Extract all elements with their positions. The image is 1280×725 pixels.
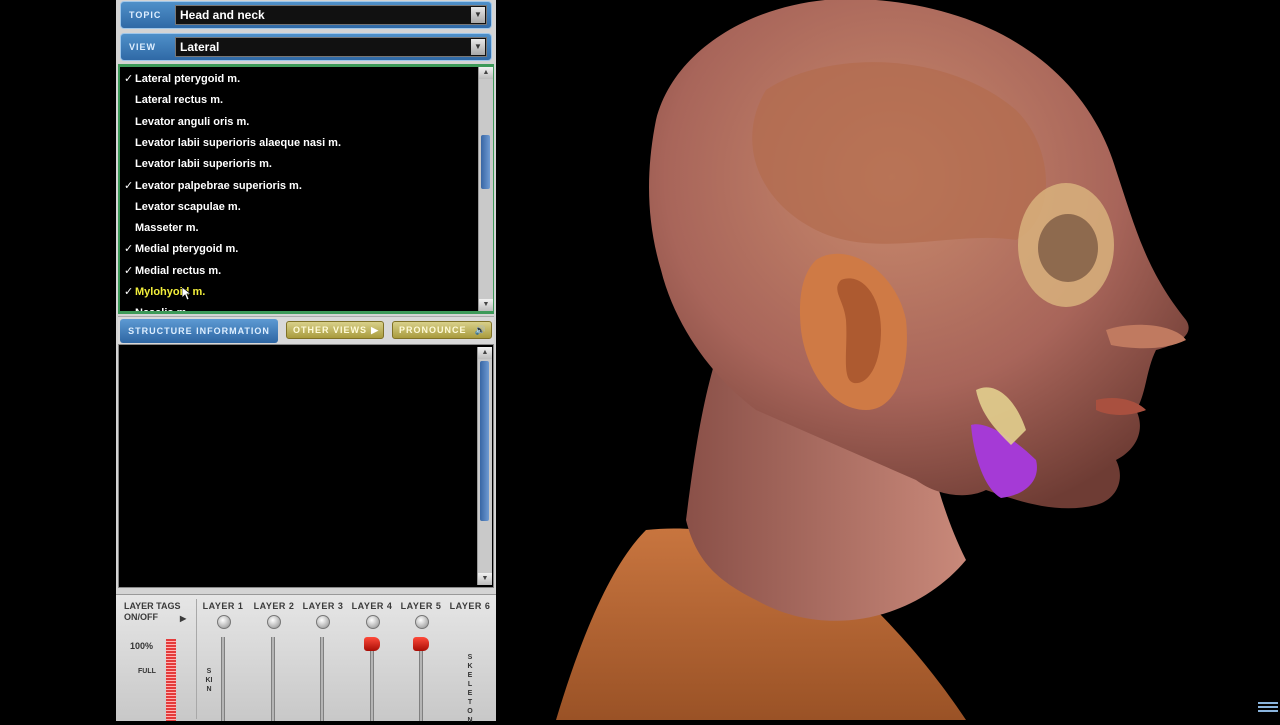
structure-name: Lateral pterygoid m. <box>135 73 241 85</box>
list-item[interactable]: Levator anguli oris m. <box>120 112 478 133</box>
list-item[interactable]: ✓ Levator palpebrae superioris m. <box>120 176 478 197</box>
layer-6-label: LAYER 6 <box>449 601 491 611</box>
info-bar: STRUCTURE INFORMATION OTHER VIEWS ▶ PRON… <box>118 316 494 345</box>
layer-2-toggle[interactable] <box>267 615 281 629</box>
layer-controls: LAYER TAGS ON/OFF ▶ 100% FULL LAYER 1 LA… <box>116 594 496 724</box>
list-item[interactable]: ✓ Mylohyoid m. <box>120 282 478 303</box>
structure-name: Levator scapulae m. <box>135 200 241 213</box>
list-item[interactable]: ✓ Lateral pterygoid m. <box>120 69 478 90</box>
view-select[interactable]: Lateral ▼ <box>175 37 487 57</box>
layer-4-handle[interactable] <box>364 637 380 651</box>
list-item[interactable]: Levator scapulae m. <box>120 197 478 218</box>
layer-1-label: LAYER 1 <box>202 601 244 611</box>
list-item[interactable]: ✓ Medial rectus m. <box>120 261 478 282</box>
layer-3-label: LAYER 3 <box>302 601 344 611</box>
layer-5-label: LAYER 5 <box>400 601 442 611</box>
structure-name: Masseter m. <box>135 222 199 235</box>
divider <box>196 599 197 719</box>
structure-info-panel: ▲ ▼ <box>118 344 494 588</box>
structure-name: Levator anguli oris m. <box>135 115 250 128</box>
scroll-down-icon[interactable]: ▼ <box>479 299 493 311</box>
structure-name: Mylohyoid m. <box>135 286 206 298</box>
topic-row: TOPIC Head and neck ▼ <box>120 1 492 29</box>
list-item[interactable]: Masseter m. <box>120 218 478 239</box>
layer-percent: 100% <box>130 641 154 651</box>
layer-4-label: LAYER 4 <box>351 601 393 611</box>
mouse-cursor-icon <box>182 287 192 301</box>
layer-3-slider[interactable] <box>320 637 324 721</box>
topic-label: TOPIC <box>129 10 162 20</box>
skin-label: SKIN <box>205 668 213 693</box>
layer-1-toggle[interactable] <box>217 615 231 629</box>
skeleton-label: SKELETON <box>467 654 473 724</box>
info-scrollbar[interactable]: ▲ ▼ <box>477 347 492 585</box>
resize-grip-icon[interactable] <box>1258 702 1278 716</box>
view-label: VIEW <box>129 42 157 52</box>
layer-5-handle[interactable] <box>413 637 429 651</box>
structure-list-frame: ✓ Lateral pterygoid m. Lateral rectus m. Le… <box>118 64 494 314</box>
structure-name: Levator labii superioris alaeque nasi m. <box>135 136 342 149</box>
anatomy-viewer[interactable] <box>496 0 1280 720</box>
eye-region <box>1038 214 1098 282</box>
play-icon: ▶ <box>371 325 379 335</box>
structure-name: Levator labii superioris m. <box>135 158 272 171</box>
scroll-up-icon[interactable]: ▲ <box>479 67 493 79</box>
layer-1-slider[interactable] <box>221 637 225 721</box>
other-views-label: OTHER VIEWS <box>293 325 368 335</box>
layer-tags-toggle[interactable]: LAYER TAGS ON/OFF ▶ <box>124 601 188 623</box>
control-panel: TOPIC Head and neck ▼ VIEW Lateral ▼ ✓ La… <box>116 0 496 724</box>
scroll-thumb[interactable] <box>480 361 489 521</box>
pronounce-label: PRONOUNCE <box>399 325 467 335</box>
scroll-thumb[interactable] <box>481 135 490 189</box>
tab-structure-information[interactable]: STRUCTURE INFORMATION <box>120 319 278 343</box>
full-label: FULL <box>138 668 156 675</box>
structure-name: Nasalis m. <box>135 303 189 311</box>
layer-3-toggle[interactable] <box>316 615 330 629</box>
layer-level-meter <box>166 639 176 721</box>
structure-list[interactable]: ✓ Lateral pterygoid m. Lateral rectus m. Le… <box>120 67 478 311</box>
speaker-icon: 🔊 <box>474 325 487 335</box>
list-item[interactable]: Levator labii superioris m. <box>120 154 478 175</box>
chevron-down-icon[interactable]: ▼ <box>471 39 485 55</box>
layer-5-toggle[interactable] <box>415 615 429 629</box>
structure-name: Medial pterygoid m. <box>135 243 239 256</box>
pronounce-button[interactable]: PRONOUNCE 🔊 <box>392 321 492 339</box>
structure-name: Medial rectus m. <box>135 264 222 277</box>
head-neck-model-image <box>556 0 1189 720</box>
topic-select[interactable]: Head and neck ▼ <box>175 5 487 25</box>
list-item[interactable]: ✓ Medial pterygoid m. <box>120 239 478 260</box>
list-item[interactable]: Lateral rectus m. <box>120 90 478 111</box>
layer-2-label: LAYER 2 <box>253 601 295 611</box>
triangle-right-icon: ▶ <box>180 614 187 623</box>
scroll-down-icon[interactable]: ▼ <box>478 573 492 585</box>
structure-name: Lateral rectus m. <box>135 94 224 107</box>
list-item[interactable]: Levator labii superioris alaeque nasi m. <box>120 133 478 154</box>
structure-list-scrollbar[interactable]: ▲ ▼ <box>478 67 493 311</box>
view-value: Lateral <box>180 40 220 54</box>
layer-2-slider[interactable] <box>271 637 275 721</box>
structure-name: Levator palpebrae superioris m. <box>135 179 302 192</box>
layer-4-toggle[interactable] <box>366 615 380 629</box>
chevron-down-icon[interactable]: ▼ <box>471 7 485 23</box>
topic-value: Head and neck <box>180 8 265 22</box>
list-item[interactable]: Nasalis m. <box>120 303 478 311</box>
scroll-up-icon[interactable]: ▲ <box>478 347 492 359</box>
layer-tags-label: LAYER TAGS ON/OFF <box>124 601 181 622</box>
other-views-button[interactable]: OTHER VIEWS ▶ <box>286 321 384 339</box>
view-row: VIEW Lateral ▼ <box>120 33 492 61</box>
